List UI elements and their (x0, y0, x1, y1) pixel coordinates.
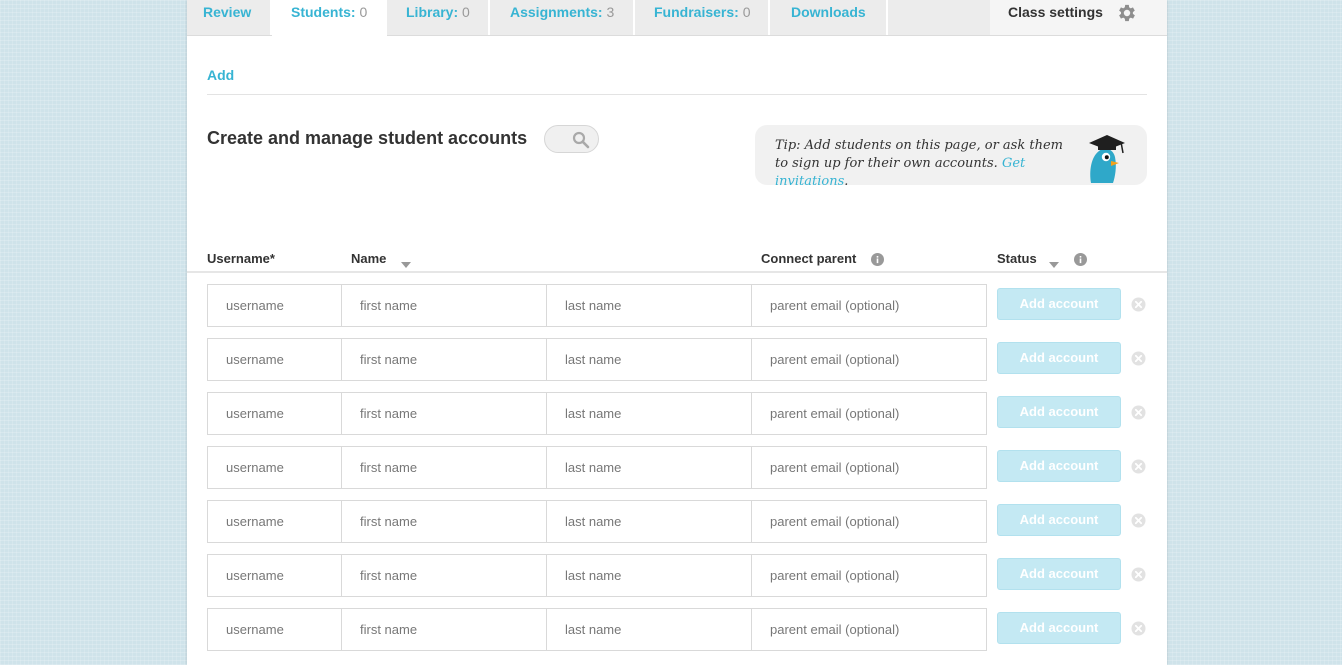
last-name-input[interactable] (546, 284, 752, 327)
username-input[interactable] (207, 500, 342, 543)
tip-end: . (844, 174, 849, 189)
tab-fundraisers[interactable]: Fundraisers: 0 (635, 0, 770, 35)
tab-library[interactable]: Library: 0 (387, 0, 490, 35)
last-name-input[interactable] (546, 392, 752, 435)
parent-email-input[interactable] (751, 446, 987, 489)
first-name-input[interactable] (341, 392, 547, 435)
tab-count: 0 (738, 4, 751, 20)
tab-count: 0 (355, 4, 368, 20)
add-account-button[interactable]: Add account (997, 450, 1121, 482)
table-row: Add account (187, 500, 1167, 544)
add-account-button[interactable]: Add account (997, 558, 1121, 590)
column-status[interactable]: Status (997, 251, 1037, 266)
add-account-button[interactable]: Add account (997, 342, 1121, 374)
username-input[interactable] (207, 446, 342, 489)
first-name-input[interactable] (341, 284, 547, 327)
tab-label: Library: (406, 4, 459, 20)
gear-icon (1116, 2, 1138, 31)
add-account-button[interactable]: Add account (997, 612, 1121, 644)
tab-label: Students: (291, 4, 356, 20)
remove-circle-icon[interactable] (1131, 621, 1146, 641)
info-icon[interactable] (1074, 253, 1087, 271)
remove-circle-icon[interactable] (1131, 351, 1146, 371)
bird-graduate-icon (1083, 131, 1129, 190)
parent-email-input[interactable] (751, 284, 987, 327)
last-name-input[interactable] (546, 554, 752, 597)
remove-circle-icon[interactable] (1131, 297, 1146, 317)
table-header-divider (187, 271, 1167, 273)
remove-circle-icon[interactable] (1131, 405, 1146, 425)
tab-downloads[interactable]: Downloads (770, 0, 888, 35)
username-input[interactable] (207, 338, 342, 381)
table-row: Add account (187, 554, 1167, 598)
remove-circle-icon[interactable] (1131, 459, 1146, 479)
remove-circle-icon[interactable] (1131, 513, 1146, 533)
table-row: Add account (187, 392, 1167, 436)
table-row: Add account (187, 446, 1167, 490)
username-input[interactable] (207, 554, 342, 597)
search-icon (572, 131, 590, 154)
last-name-input[interactable] (546, 608, 752, 651)
username-input[interactable] (207, 284, 342, 327)
add-account-button[interactable]: Add account (997, 396, 1121, 428)
first-name-input[interactable] (341, 608, 547, 651)
last-name-input[interactable] (546, 500, 752, 543)
tab-label: Assignments: (510, 4, 603, 20)
first-name-input[interactable] (341, 554, 547, 597)
add-account-button[interactable]: Add account (997, 288, 1121, 320)
tip-box: Tip: Add students on this page, or ask t… (755, 125, 1147, 189)
column-name[interactable]: Name (351, 251, 386, 266)
username-input[interactable] (207, 392, 342, 435)
tab-label: Review (203, 4, 252, 20)
tab-count: 3 (602, 4, 615, 20)
remove-circle-icon[interactable] (1131, 567, 1146, 587)
tab-students[interactable]: Students: 0 (272, 0, 387, 36)
add-link[interactable]: Add (207, 67, 234, 83)
tab-label: Downloads (791, 4, 866, 20)
search-toggle[interactable] (544, 125, 599, 153)
parent-email-input[interactable] (751, 500, 987, 543)
main-panel: Review Students: 0 Library: 0 Assignment… (187, 0, 1167, 665)
table-row: Add account (187, 608, 1167, 652)
tab-bar: Review Students: 0 Library: 0 Assignment… (187, 0, 1167, 36)
first-name-input[interactable] (341, 338, 547, 381)
last-name-input[interactable] (546, 338, 752, 381)
page-title: Create and manage student accounts (207, 128, 528, 148)
tip-text: Tip: Add students on this page, or ask t… (775, 137, 1075, 191)
parent-email-input[interactable] (751, 608, 987, 651)
parent-email-input[interactable] (751, 554, 987, 597)
parent-email-input[interactable] (751, 392, 987, 435)
tab-assignments[interactable]: Assignments: 3 (490, 0, 635, 35)
divider (207, 94, 1147, 95)
add-account-button[interactable]: Add account (997, 504, 1121, 536)
class-settings-label: Class settings (1008, 4, 1103, 20)
table-row: Add account (187, 284, 1167, 328)
class-settings-button[interactable]: Class settings (990, 0, 1167, 35)
last-name-input[interactable] (546, 446, 752, 489)
info-icon[interactable] (871, 253, 884, 271)
table-row: Add account (187, 338, 1167, 382)
column-username: Username* (207, 251, 275, 266)
first-name-input[interactable] (341, 446, 547, 489)
parent-email-input[interactable] (751, 338, 987, 381)
tab-review[interactable]: Review (187, 0, 272, 35)
tab-count: 0 (458, 4, 470, 20)
tab-label: Fundraisers: (654, 4, 739, 20)
username-input[interactable] (207, 608, 342, 651)
column-connect-parent: Connect parent (761, 251, 857, 266)
first-name-input[interactable] (341, 500, 547, 543)
